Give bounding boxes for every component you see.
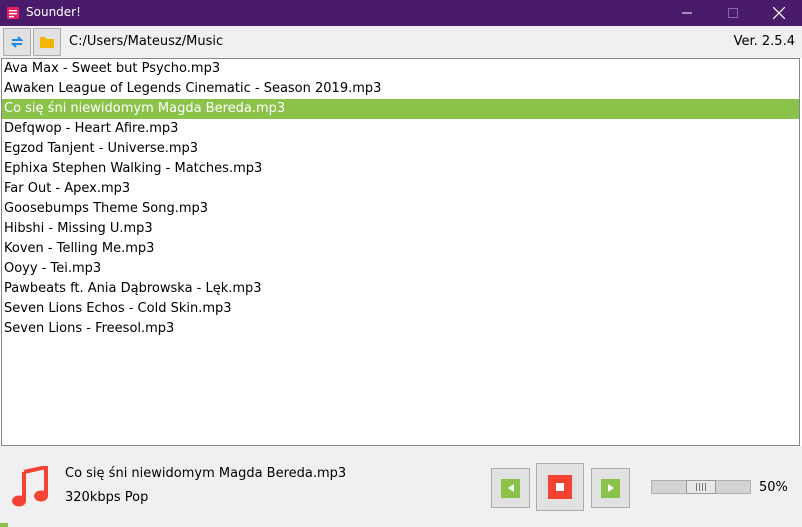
song-item-selected[interactable]: Co się śni niewidomym Magda Bereda.mp3 <box>2 99 799 119</box>
song-item[interactable]: Koven - Telling Me.mp3 <box>2 239 799 259</box>
song-item[interactable]: Ephixa Stephen Walking - Matches.mp3 <box>2 159 799 179</box>
player-bar: Co się śni niewidomym Magda Bereda.mp3 3… <box>0 446 802 527</box>
song-item[interactable]: Seven Lions - Freesol.mp3 <box>2 319 799 339</box>
close-icon <box>773 7 785 19</box>
playback-progress-bar <box>0 523 9 527</box>
song-item[interactable]: Awaken League of Legends Cinematic - Sea… <box>2 79 799 99</box>
next-icon <box>607 484 614 492</box>
app-icon <box>7 7 19 19</box>
version-label: Ver. 2.5.4 <box>733 34 795 49</box>
next-button[interactable] <box>591 468 630 508</box>
stop-button[interactable] <box>536 463 584 511</box>
close-button[interactable] <box>756 0 802 26</box>
stop-icon <box>556 483 564 491</box>
song-item[interactable]: Hibshi - Missing U.mp3 <box>2 219 799 239</box>
volume-slider-thumb[interactable] <box>686 480 716 494</box>
open-folder-button[interactable] <box>33 28 61 56</box>
title-bar: Sounder! <box>0 0 802 26</box>
now-playing-title: Co się śni niewidomym Magda Bereda.mp3 <box>65 466 347 481</box>
song-item[interactable]: Far Out - Apex.mp3 <box>2 179 799 199</box>
minimize-button[interactable] <box>664 0 710 26</box>
song-item[interactable]: Ooyy - Tei.mp3 <box>2 259 799 279</box>
maximize-button[interactable] <box>710 0 756 26</box>
folder-path: C:/Users/Mateusz/Music <box>69 34 224 49</box>
song-item[interactable]: Egzod Tanjent - Universe.mp3 <box>2 139 799 159</box>
toolbar: C:/Users/Mateusz/Music Ver. 2.5.4 <box>0 26 802 58</box>
music-note-icon <box>12 466 48 507</box>
song-list[interactable]: Ava Max - Sweet but Psycho.mp3 Awaken Lea… <box>1 58 800 446</box>
now-playing-meta: 320kbps Pop <box>65 490 149 505</box>
window-title: Sounder! <box>26 5 81 19</box>
previous-button[interactable] <box>491 468 530 508</box>
folder-icon <box>40 37 54 48</box>
refresh-button[interactable] <box>3 28 31 56</box>
song-item[interactable]: Pawbeats ft. Ania Dąbrowska - Lęk.mp3 <box>2 279 799 299</box>
maximize-icon <box>728 8 738 18</box>
volume-slider[interactable] <box>651 480 751 494</box>
previous-icon <box>507 484 514 492</box>
song-item[interactable]: Ava Max - Sweet but Psycho.mp3 <box>2 59 799 79</box>
song-item[interactable]: Seven Lions Echos - Cold Skin.mp3 <box>2 299 799 319</box>
refresh-icon <box>10 36 24 48</box>
minimize-icon <box>682 12 692 14</box>
song-item[interactable]: Goosebumps Theme Song.mp3 <box>2 199 799 219</box>
song-item[interactable]: Defqwop - Heart Afire.mp3 <box>2 119 799 139</box>
volume-label: 50% <box>759 480 788 495</box>
